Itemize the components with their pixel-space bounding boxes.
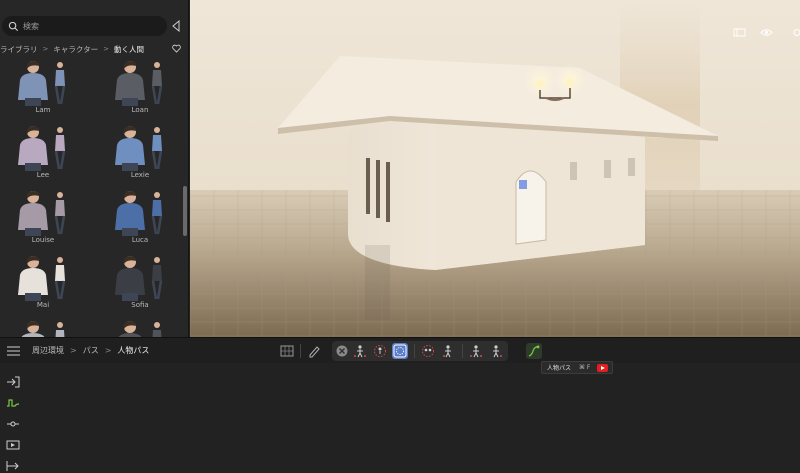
character-card[interactable]: Loan (105, 58, 175, 118)
breadcrumb-item-person-path: 人物パス (117, 346, 150, 355)
character-thumbnail (21, 321, 65, 337)
character-thumbnail (115, 191, 163, 236)
person-path-icon (528, 345, 540, 357)
scene-render (190, 0, 800, 337)
walk-line-button[interactable] (468, 343, 484, 359)
character-card[interactable]: Sofia (105, 253, 175, 313)
person-path-button[interactable] (526, 343, 542, 359)
toolbar-divider (414, 344, 415, 358)
breadcrumb-item-moving-people: 動く人間 (113, 44, 144, 54)
group-path-icon (422, 345, 434, 357)
pen-tool-button[interactable] (306, 343, 322, 359)
walk-path-button[interactable] (352, 343, 368, 359)
character-thumbnail (18, 191, 66, 236)
path-tool-group (332, 341, 508, 361)
character-thumbnail (18, 256, 66, 301)
character-thumbnail (118, 321, 162, 337)
youtube-icon[interactable] (597, 364, 608, 372)
crowd-path-icon (374, 345, 386, 357)
stand-point-icon (493, 345, 502, 358)
pen-tool-icon (309, 346, 320, 358)
character-card[interactable]: Mai (8, 253, 78, 313)
library-breadcrumb: ライブラリ > キャラクター > 動く人間 (0, 43, 144, 55)
character-card[interactable]: Lexie (105, 123, 175, 183)
character-name: Louise (31, 236, 55, 244)
character-card[interactable] (105, 318, 175, 337)
character-card[interactable] (8, 318, 78, 337)
character-name: Luca (131, 236, 149, 244)
video-button[interactable] (6, 436, 20, 450)
export-button[interactable] (6, 457, 20, 471)
toolbar-divider (462, 344, 463, 358)
character-name: Lam (35, 106, 51, 114)
environment-breadcrumb: 周辺環境 > パス > 人物パス (32, 345, 149, 356)
library-scrollbar[interactable] (183, 186, 187, 236)
tooltip-shortcut: ⌘ F (579, 364, 591, 371)
character-thumbnail (115, 256, 163, 301)
area-path-button[interactable] (392, 343, 408, 359)
character-card[interactable]: Luca (105, 188, 175, 248)
video-icon (6, 440, 20, 450)
menu-icon[interactable] (7, 346, 20, 356)
character-name: Sofia (131, 301, 149, 309)
breadcrumb-item-characters[interactable]: キャラクター (53, 44, 98, 55)
breadcrumb-item-environment[interactable]: 周辺環境 (32, 345, 64, 356)
crowd-path-button[interactable] (372, 343, 388, 359)
person-path-tooltip: 人物パス ⌘ F (541, 361, 613, 374)
character-thumbnail (18, 126, 66, 171)
character-thumbnail (115, 61, 163, 106)
path-button[interactable] (6, 394, 20, 407)
chevron-right-icon: > (104, 346, 112, 355)
node-icon (7, 421, 19, 427)
character-thumbnail (115, 126, 163, 171)
layout-icon[interactable] (733, 27, 746, 38)
spawn-icon (443, 345, 451, 358)
breadcrumb-item-library[interactable]: ライブラリ (0, 44, 38, 55)
grid-tool-button[interactable] (279, 343, 295, 359)
character-card[interactable]: Lee (8, 123, 78, 183)
node-button[interactable] (6, 415, 20, 427)
character-card[interactable]: Louise (8, 188, 78, 248)
spawn-path-button[interactable] (440, 343, 456, 359)
search-icon (8, 21, 19, 31)
walk-line-icon (470, 345, 482, 358)
chevron-right-icon: > (42, 45, 49, 53)
chevron-right-icon: > (103, 45, 109, 53)
import-icon (7, 376, 20, 388)
heart-icon[interactable] (172, 44, 181, 53)
group-path-button[interactable] (420, 343, 436, 359)
character-grid: Lam Loan Lee Lexie Louise Luca Mai Sofia (0, 58, 180, 337)
settings-icon[interactable] (787, 27, 800, 38)
chevron-right-icon: > (70, 346, 77, 355)
path-icon (7, 399, 20, 407)
area-path-icon (393, 344, 407, 358)
character-name: Loan (131, 106, 149, 114)
breadcrumb-item-path[interactable]: パス (83, 345, 99, 356)
tooltip-label: 人物パス (547, 365, 572, 372)
search-input[interactable] (23, 21, 153, 31)
clear-path-button[interactable] (334, 343, 350, 359)
eye-icon[interactable] (760, 27, 773, 38)
toolbar-divider (300, 344, 301, 358)
character-name: Mai (36, 301, 50, 309)
stand-point-button[interactable] (488, 343, 504, 359)
character-name: Lexie (130, 171, 150, 179)
character-card[interactable]: Lam (8, 58, 78, 118)
app-root: ライブラリ > キャラクター > 動く人間 Lam Loan Lee Lexie Lou… (0, 0, 800, 473)
3d-viewport[interactable] (190, 0, 800, 337)
character-thumbnail (18, 61, 66, 106)
character-name: Lee (36, 171, 50, 179)
collapse-icon[interactable] (171, 20, 181, 32)
export-icon (6, 461, 19, 471)
import-button[interactable] (6, 373, 20, 388)
bottom-toolbar: 周辺環境 > パス > 人物パス (0, 337, 800, 363)
grid-tool-icon (280, 345, 294, 357)
viewport-toolbar (733, 27, 800, 38)
close-icon (336, 345, 348, 357)
library-panel: ライブラリ > キャラクター > 動く人間 Lam Loan Lee Lexie Lou… (0, 0, 189, 337)
search-bar[interactable] (2, 16, 167, 36)
person-path-icon (354, 345, 366, 358)
